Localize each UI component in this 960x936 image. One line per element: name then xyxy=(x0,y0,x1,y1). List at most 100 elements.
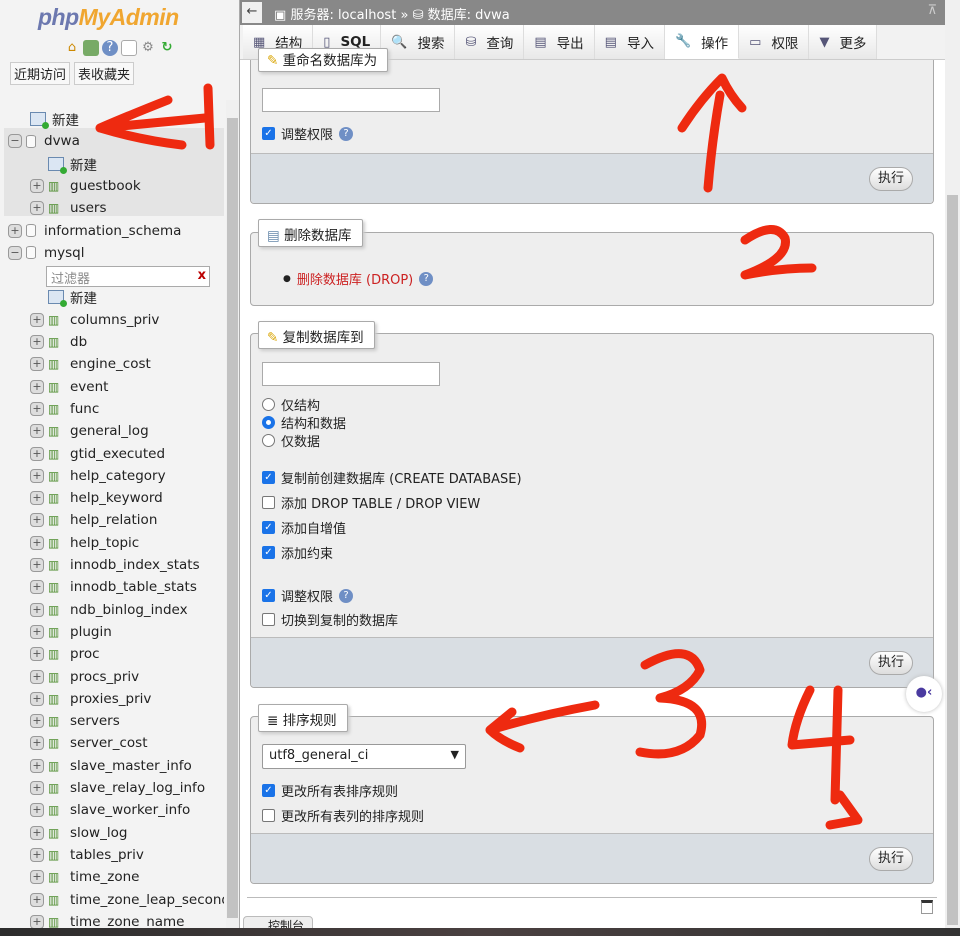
expand-icon[interactable]: + xyxy=(30,647,44,662)
docs-icon[interactable] xyxy=(121,40,137,56)
expand-icon[interactable]: + xyxy=(30,602,44,617)
help-icon[interactable]: ? xyxy=(102,40,118,56)
tab-2[interactable]: 🔍 搜索 xyxy=(381,25,456,59)
reload-icon[interactable]: ↻ xyxy=(159,40,175,56)
tree-table[interactable]: + ▥ help_relation xyxy=(30,509,157,531)
constraints-checkbox[interactable]: ✓ xyxy=(262,546,275,559)
expand-icon[interactable]: + xyxy=(30,424,44,439)
recent-tab[interactable]: 近期访问 xyxy=(10,62,71,85)
collation-go-button[interactable]: 执行 xyxy=(868,847,913,871)
tree-table[interactable]: + ▥ columns_priv xyxy=(30,309,159,331)
tree-table[interactable]: + ▥ engine_cost xyxy=(30,353,151,375)
tree-table[interactable]: + ▥ general_log xyxy=(30,420,149,442)
tree-filter-input[interactable]: 过滤器 x xyxy=(46,266,210,288)
tree-table[interactable]: + ▥ ndb_binlog_index xyxy=(30,599,188,621)
expand-icon[interactable]: + xyxy=(30,401,44,416)
expand-icon[interactable]: + xyxy=(30,892,44,907)
rename-go-button[interactable]: 执行 xyxy=(868,167,913,191)
tree-database[interactable]: + information_schema xyxy=(8,220,181,242)
tree-table[interactable]: + ▥ help_category xyxy=(30,465,166,487)
tree-database[interactable]: − mysql xyxy=(8,242,85,264)
expand-icon[interactable]: + xyxy=(30,513,44,528)
tree-table[interactable]: + ▥ tables_priv xyxy=(30,844,144,866)
create-database-checkbox[interactable]: ✓ xyxy=(262,471,275,484)
help-icon[interactable]: ? xyxy=(339,126,354,141)
tab-7[interactable]: ▭ 权限 xyxy=(739,25,810,59)
tree-table[interactable]: + ▥ innodb_table_stats xyxy=(30,576,197,598)
tab-3[interactable]: ⛁ 查询 xyxy=(455,25,525,59)
logout-icon[interactable] xyxy=(83,40,99,56)
drop-table-checkbox[interactable] xyxy=(262,496,275,509)
tree-table[interactable]: + ▥ procs_priv xyxy=(30,666,139,688)
assistant-float-icon[interactable]: ●‹ xyxy=(906,676,942,712)
tree-table[interactable]: + ▥ guestbook xyxy=(30,175,141,197)
expand-icon[interactable]: + xyxy=(30,335,44,349)
favorites-tab[interactable]: 表收藏夹 xyxy=(74,62,135,85)
expand-icon[interactable]: + xyxy=(30,914,44,928)
help-icon[interactable]: ? xyxy=(339,588,354,603)
sidebar-scrollbar[interactable] xyxy=(226,100,239,928)
main-scrollbar[interactable] xyxy=(945,0,960,928)
expand-icon[interactable]: + xyxy=(30,491,44,506)
adjust-privileges-checkbox[interactable]: ✓ xyxy=(262,127,275,140)
expand-icon[interactable]: + xyxy=(30,535,44,550)
tree-table[interactable]: + ▥ help_keyword xyxy=(30,487,163,509)
tree-new[interactable]: 新建 xyxy=(8,108,79,130)
tree-table[interactable]: + ▥ slave_relay_log_info xyxy=(30,777,205,799)
rename-input[interactable] xyxy=(262,88,440,112)
tree-table[interactable]: + ▥ users xyxy=(30,197,106,219)
expand-icon[interactable]: + xyxy=(30,870,44,885)
radio-structure-only[interactable] xyxy=(262,398,275,411)
expand-icon[interactable]: + xyxy=(30,736,44,751)
tab-5[interactable]: ▤ 导入 xyxy=(594,25,665,59)
tree-table[interactable]: + ▥ proxies_priv xyxy=(30,688,151,710)
expand-icon[interactable]: + xyxy=(30,379,44,394)
switch-to-copied-checkbox[interactable] xyxy=(262,613,275,626)
tree-table[interactable]: + ▥ innodb_index_stats xyxy=(30,554,200,576)
expand-icon[interactable]: + xyxy=(30,624,44,639)
expand-icon[interactable]: + xyxy=(30,312,44,327)
expand-icon[interactable]: + xyxy=(30,178,44,193)
phpmyadmin-logo[interactable]: phpMyAdmin xyxy=(38,4,179,31)
tree-table[interactable]: + ▥ time_zone_leap_second xyxy=(30,889,224,911)
tree-table[interactable]: + ▥ plugin xyxy=(30,621,112,643)
breadcrumb-server[interactable]: 服务器: localhost xyxy=(290,8,396,23)
expand-icon[interactable]: + xyxy=(30,357,44,372)
tree-new[interactable]: 新建 xyxy=(30,286,97,308)
expand-icon[interactable]: + xyxy=(30,825,44,840)
tree-new[interactable]: 新建 xyxy=(30,153,97,175)
copy-adjust-privileges-checkbox[interactable]: ✓ xyxy=(262,589,275,602)
expand-icon[interactable]: + xyxy=(30,847,44,862)
expand-icon[interactable]: + xyxy=(30,468,44,483)
expand-icon[interactable]: + xyxy=(30,714,44,729)
tree-table[interactable]: + ▥ db xyxy=(30,331,87,353)
radio-structure-and-data[interactable] xyxy=(262,416,275,429)
tree-table[interactable]: + ▥ server_cost xyxy=(30,732,148,754)
breadcrumb-database[interactable]: 数据库: dvwa xyxy=(428,8,510,23)
expand-icon[interactable]: + xyxy=(30,781,44,795)
expand-icon[interactable]: + xyxy=(8,223,22,238)
change-all-tables-checkbox[interactable]: ✓ xyxy=(262,784,275,797)
tree-database[interactable]: − dvwa xyxy=(8,130,80,152)
expand-icon[interactable]: + xyxy=(30,201,44,216)
tree-table[interactable]: + ▥ slave_master_info xyxy=(30,755,192,777)
settings-icon[interactable]: ⚙ xyxy=(140,40,156,56)
copy-go-button[interactable]: 执行 xyxy=(868,651,913,675)
collapse-icon[interactable]: ⊼ xyxy=(927,3,937,18)
expand-icon[interactable]: + xyxy=(30,580,44,595)
tree-table[interactable]: + ▥ event xyxy=(30,376,108,398)
tree-table[interactable]: + ▥ slow_log xyxy=(30,822,127,844)
tab-6[interactable]: 🔧 操作 xyxy=(664,25,740,59)
tree-table[interactable]: + ▥ gtid_executed xyxy=(30,443,165,465)
expand-icon[interactable]: + xyxy=(30,669,44,684)
tree-table[interactable]: + ▥ proc xyxy=(30,643,100,665)
copy-target-input[interactable] xyxy=(262,362,440,386)
collapse-icon[interactable]: − xyxy=(8,134,22,149)
back-button[interactable]: ← xyxy=(242,2,262,23)
tree-table[interactable]: + ▥ slave_worker_info xyxy=(30,799,190,821)
tree-table[interactable]: + ▥ time_zone xyxy=(30,866,139,888)
expand-icon[interactable]: + xyxy=(30,803,44,818)
auto-increment-checkbox[interactable]: ✓ xyxy=(262,521,275,534)
tree-table[interactable]: + ▥ help_topic xyxy=(30,532,139,554)
page-settings-icon[interactable] xyxy=(921,900,933,914)
